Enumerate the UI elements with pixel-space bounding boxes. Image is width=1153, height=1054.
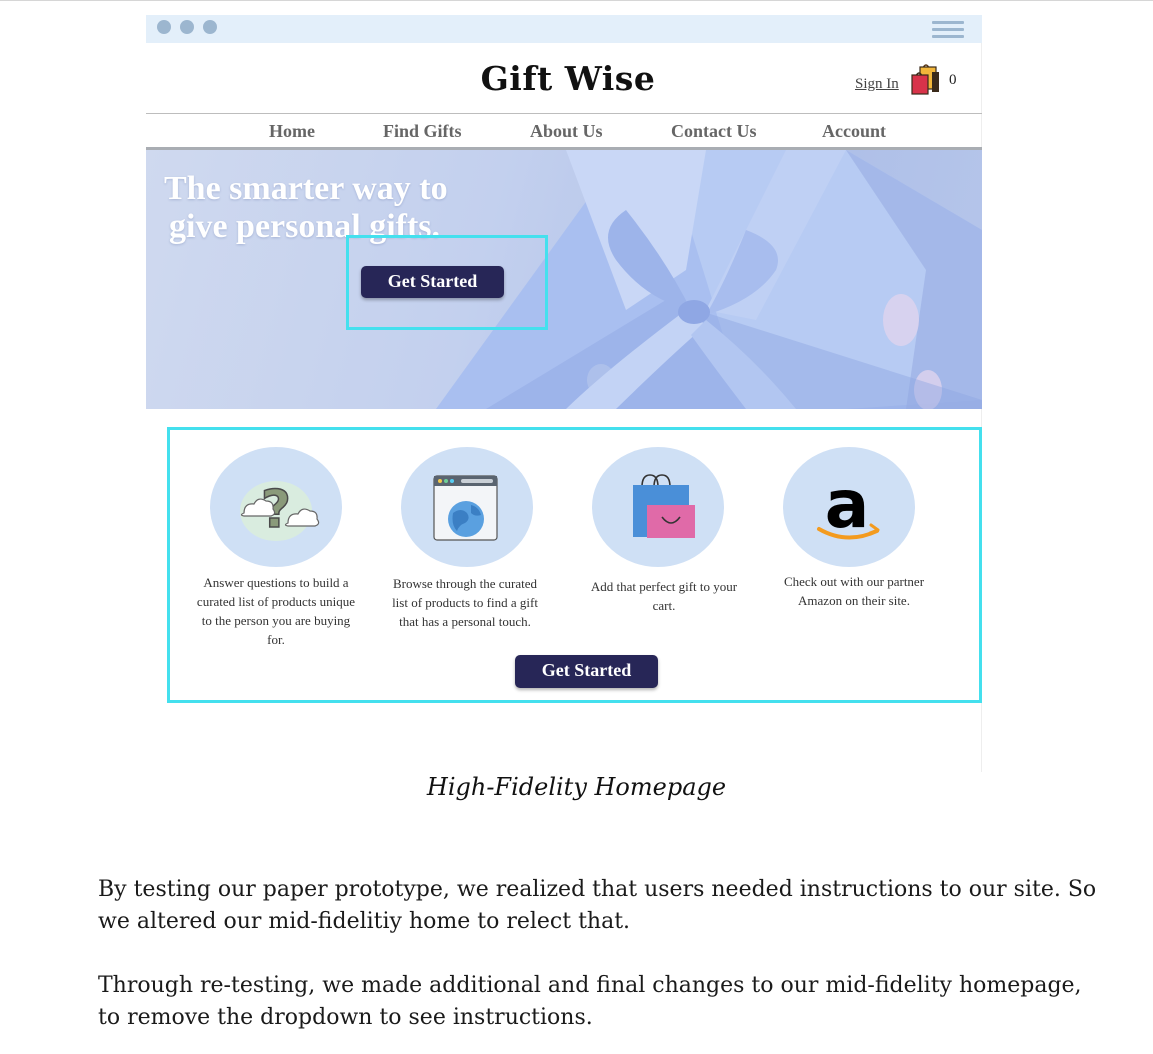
figure-caption: High-Fidelity Homepage	[426, 773, 727, 801]
annotation-highlight-hero-button	[346, 235, 548, 330]
nav-item-account[interactable]: Account	[822, 121, 886, 142]
top-divider	[0, 0, 1153, 1]
main-nav: Home Find Gifts About Us Contact Us Acco…	[146, 113, 982, 150]
shopping-cart-icon[interactable]	[910, 62, 942, 96]
browser-chrome-bar	[146, 15, 982, 43]
hero-headline-line1: The smarter way to	[164, 170, 448, 207]
window-dot-icon[interactable]	[180, 20, 194, 34]
nav-item-find-gifts[interactable]: Find Gifts	[383, 121, 462, 142]
sign-in-link[interactable]: Sign In	[855, 76, 899, 93]
hamburger-menu-icon[interactable]	[932, 21, 964, 38]
body-paragraph-1: By testing our paper prototype, we reali…	[98, 877, 1097, 934]
nav-item-contact-us[interactable]: Contact Us	[671, 121, 757, 142]
hero-banner: The smarter way to give personal gifts. …	[146, 150, 982, 409]
window-dot-icon[interactable]	[157, 20, 171, 34]
body-paragraph-2: Through re-testing, we made additional a…	[98, 973, 1082, 1030]
annotation-highlight-steps-section	[167, 427, 982, 703]
nav-item-home[interactable]: Home	[269, 121, 315, 142]
window-dot-icon[interactable]	[203, 20, 217, 34]
cart-count: 0	[949, 72, 957, 88]
nav-item-about-us[interactable]: About Us	[530, 121, 603, 142]
